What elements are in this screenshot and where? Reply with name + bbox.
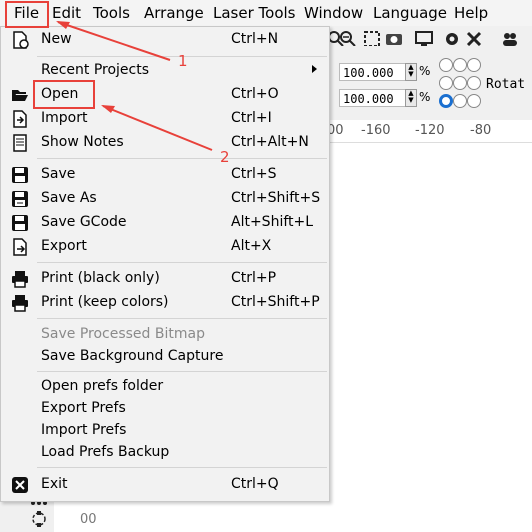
annotation-arrows xyxy=(56,21,213,151)
arrow-head-2 xyxy=(101,105,115,113)
arrow-line-2 xyxy=(102,105,213,151)
annotation-number-2: 2 xyxy=(220,148,230,166)
arrow-head-1 xyxy=(56,21,70,29)
arrow-line-1 xyxy=(57,21,171,61)
annotation-number-1: 1 xyxy=(178,52,188,70)
